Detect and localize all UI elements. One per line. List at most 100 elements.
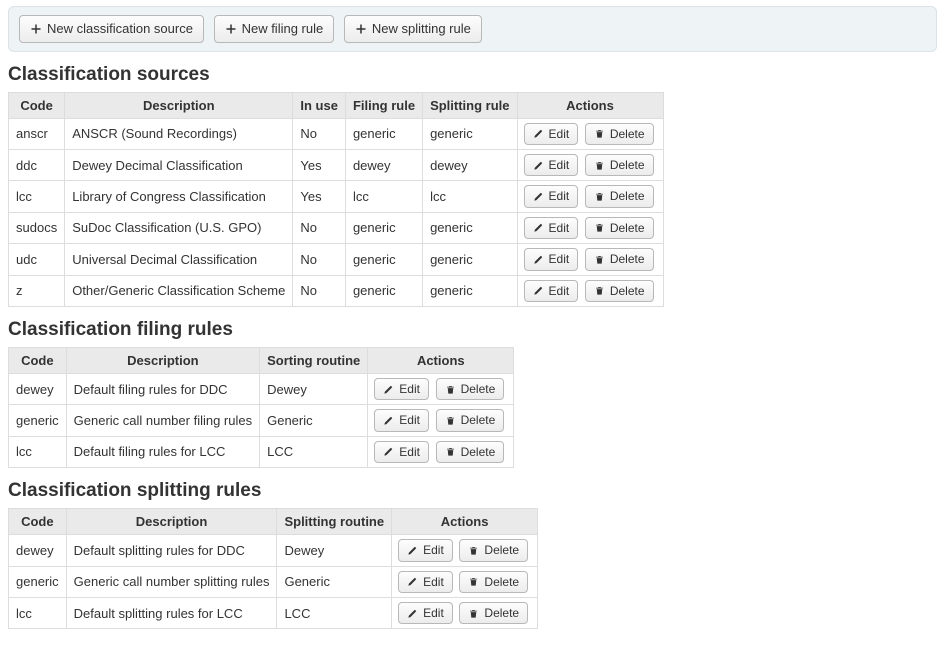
new-classification-source-button[interactable]: New classification source [19,15,204,43]
button-label: Delete [461,445,496,459]
delete-button[interactable]: Delete [459,602,528,624]
splitting-rules-table: Code Description Splitting routine Actio… [8,508,538,629]
trash-icon [594,222,605,233]
button-label: Delete [461,382,496,396]
col-filing-rule: Filing rule [345,92,422,118]
col-actions: Actions [392,509,538,535]
pencil-icon [383,384,394,395]
cell-splitting-rule: lcc [423,181,517,212]
delete-button[interactable]: Delete [585,280,654,302]
trash-icon [594,160,605,171]
table-row: generic Generic call number filing rules… [9,405,514,436]
button-label: Edit [423,575,444,589]
delete-button[interactable]: Delete [436,378,505,400]
pencil-icon [407,545,418,556]
button-label: Delete [610,127,645,141]
cell-actions: Edit Delete [517,118,663,149]
pencil-icon [533,160,544,171]
edit-button[interactable]: Edit [524,185,579,207]
cell-code: z [9,275,65,306]
edit-button[interactable]: Edit [398,539,453,561]
cell-splitting-rule: generic [423,212,517,243]
table-row: lcc Default filing rules for LCC LCC Edi… [9,436,514,467]
table-row: udc Universal Decimal Classification No … [9,244,664,275]
cell-code: anscr [9,118,65,149]
cell-code: udc [9,244,65,275]
col-actions: Actions [517,92,663,118]
table-row: dewey Default splitting rules for DDC De… [9,535,538,566]
pencil-icon [533,222,544,233]
cell-code: sudocs [9,212,65,243]
cell-code: generic [9,566,67,597]
edit-button[interactable]: Edit [524,123,579,145]
edit-button[interactable]: Edit [524,280,579,302]
col-routine: Splitting routine [277,509,392,535]
button-label: Edit [399,413,420,427]
cell-actions: Edit Delete [517,244,663,275]
pencil-icon [533,254,544,265]
pencil-icon [533,191,544,202]
pencil-icon [533,128,544,139]
plus-icon [30,23,42,35]
edit-button[interactable]: Edit [524,154,579,176]
plus-icon [225,23,237,35]
trash-icon [445,415,456,426]
pencil-icon [407,576,418,587]
cell-description: ANSCR (Sound Recordings) [65,118,293,149]
edit-button[interactable]: Edit [398,602,453,624]
plus-icon [355,23,367,35]
cell-code: dewey [9,535,67,566]
pencil-icon [407,608,418,619]
edit-button[interactable]: Edit [374,378,429,400]
filing-rules-table: Code Description Sorting routine Actions… [8,347,514,468]
table-row: ddc Dewey Decimal Classification Yes dew… [9,149,664,180]
delete-button[interactable]: Delete [585,154,654,176]
cell-description: Library of Congress Classification [65,181,293,212]
button-label: Edit [399,445,420,459]
edit-button[interactable]: Edit [398,571,453,593]
button-label: Delete [610,158,645,172]
cell-actions: Edit Delete [517,181,663,212]
button-label: Edit [549,127,570,141]
delete-button[interactable]: Delete [585,123,654,145]
new-filing-rule-button[interactable]: New filing rule [214,15,335,43]
col-routine: Sorting routine [260,347,368,373]
button-label: Edit [423,543,444,557]
delete-button[interactable]: Delete [585,185,654,207]
table-row: dewey Default filing rules for DDC Dewey… [9,373,514,404]
cell-filing-rule: generic [345,118,422,149]
cell-filing-rule: generic [345,244,422,275]
delete-button[interactable]: Delete [436,409,505,431]
cell-actions: Edit Delete [517,149,663,180]
button-label: Edit [549,189,570,203]
cell-description: Default filing rules for DDC [66,373,259,404]
button-label: Edit [399,382,420,396]
cell-splitting-rule: generic [423,275,517,306]
edit-button[interactable]: Edit [374,441,429,463]
cell-splitting-rule: dewey [423,149,517,180]
button-label: Delete [461,413,496,427]
trash-icon [468,576,479,587]
cell-actions: Edit Delete [392,597,538,628]
cell-routine: Generic [277,566,392,597]
cell-in-use: No [293,118,346,149]
table-row: anscr ANSCR (Sound Recordings) No generi… [9,118,664,149]
edit-button[interactable]: Edit [524,217,579,239]
cell-filing-rule: dewey [345,149,422,180]
cell-description: Other/Generic Classification Scheme [65,275,293,306]
delete-button[interactable]: Delete [585,217,654,239]
cell-actions: Edit Delete [392,566,538,597]
cell-routine: Generic [260,405,368,436]
cell-description: Universal Decimal Classification [65,244,293,275]
new-splitting-rule-button[interactable]: New splitting rule [344,15,482,43]
delete-button[interactable]: Delete [585,248,654,270]
col-code: Code [9,509,67,535]
delete-button[interactable]: Delete [459,571,528,593]
delete-button[interactable]: Delete [436,441,505,463]
edit-button[interactable]: Edit [524,248,579,270]
cell-code: generic [9,405,67,436]
cell-actions: Edit Delete [368,373,514,404]
edit-button[interactable]: Edit [374,409,429,431]
delete-button[interactable]: Delete [459,539,528,561]
cell-actions: Edit Delete [392,535,538,566]
